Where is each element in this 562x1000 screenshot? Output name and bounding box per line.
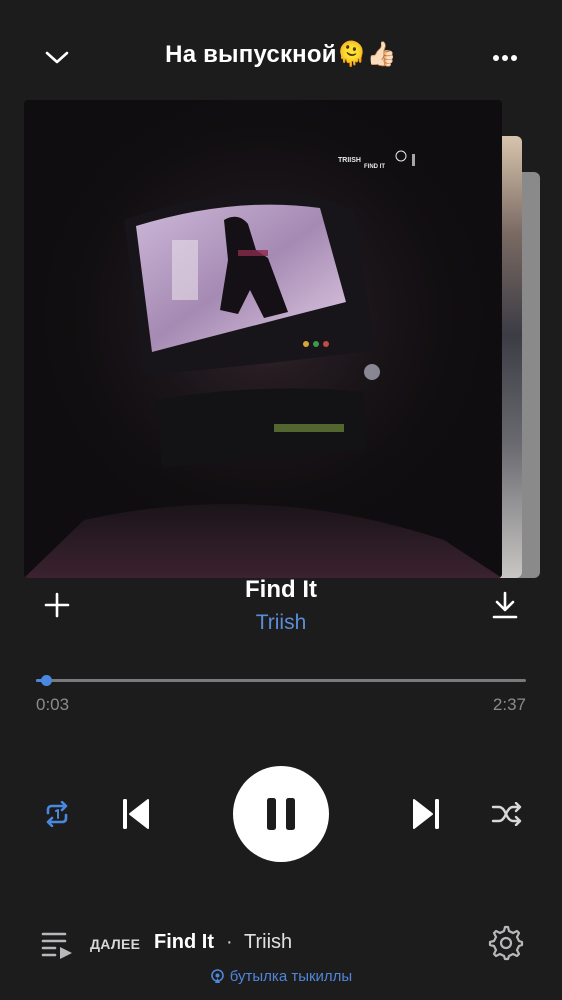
header: На выпускной🫠👍🏻 [0, 0, 562, 100]
queue-list-icon [41, 932, 72, 959]
previous-track-button[interactable] [114, 794, 158, 834]
broadcast-text: бутылка тыкиллы [229, 968, 353, 985]
download-icon [492, 591, 518, 619]
cover-title-text: FIND IT [364, 164, 385, 170]
more-horizontal-icon [493, 55, 517, 61]
queue-button[interactable] [40, 928, 76, 960]
album-cover[interactable]: TRIISH FIND IT [24, 100, 502, 578]
plus-icon [44, 592, 70, 618]
progress-slider[interactable] [36, 672, 526, 690]
add-to-library-button[interactable] [38, 586, 76, 624]
gear-icon [488, 925, 524, 961]
settings-button[interactable] [487, 924, 525, 962]
progress-track [36, 679, 526, 682]
album-cover-art: TRIISH FIND IT [24, 100, 502, 578]
skip-next-icon [413, 799, 439, 829]
cover-artist-text: TRIISH [338, 157, 361, 164]
player-screen: На выпускной🫠👍🏻 TRIISH FIND IT Find It T… [0, 0, 562, 1000]
repeat-button[interactable] [37, 794, 77, 834]
shuffle-icon [491, 802, 522, 826]
up-next-title[interactable]: Find It [154, 931, 214, 954]
pause-icon [267, 798, 295, 830]
next-track-button[interactable] [404, 794, 448, 834]
up-next-label: ДАЛЕЕ [90, 936, 141, 952]
track-artist-link[interactable]: Triish [120, 611, 442, 635]
chevron-down-icon [45, 51, 69, 64]
repeat-icon [46, 801, 68, 827]
current-time: 0:03 [36, 695, 70, 714]
playlist-title: На выпускной🫠👍🏻 [165, 41, 397, 68]
more-button[interactable] [483, 36, 527, 80]
up-next-artist[interactable]: Triish [244, 931, 292, 954]
cover-carousel[interactable]: TRIISH FIND IT [24, 100, 544, 580]
total-time: 2:37 [492, 695, 526, 714]
play-pause-button[interactable] [233, 766, 329, 862]
progress-knob[interactable] [40, 675, 52, 686]
download-button[interactable] [486, 586, 524, 624]
skip-previous-icon [123, 799, 149, 829]
collapse-button[interactable] [35, 36, 79, 80]
shuffle-button[interactable] [487, 794, 527, 834]
broadcast-status[interactable]: бутылка тыкиллы [0, 968, 562, 988]
up-next-separator: · [226, 931, 233, 953]
broadcast-icon [210, 969, 224, 983]
track-title: Find It [245, 576, 317, 603]
